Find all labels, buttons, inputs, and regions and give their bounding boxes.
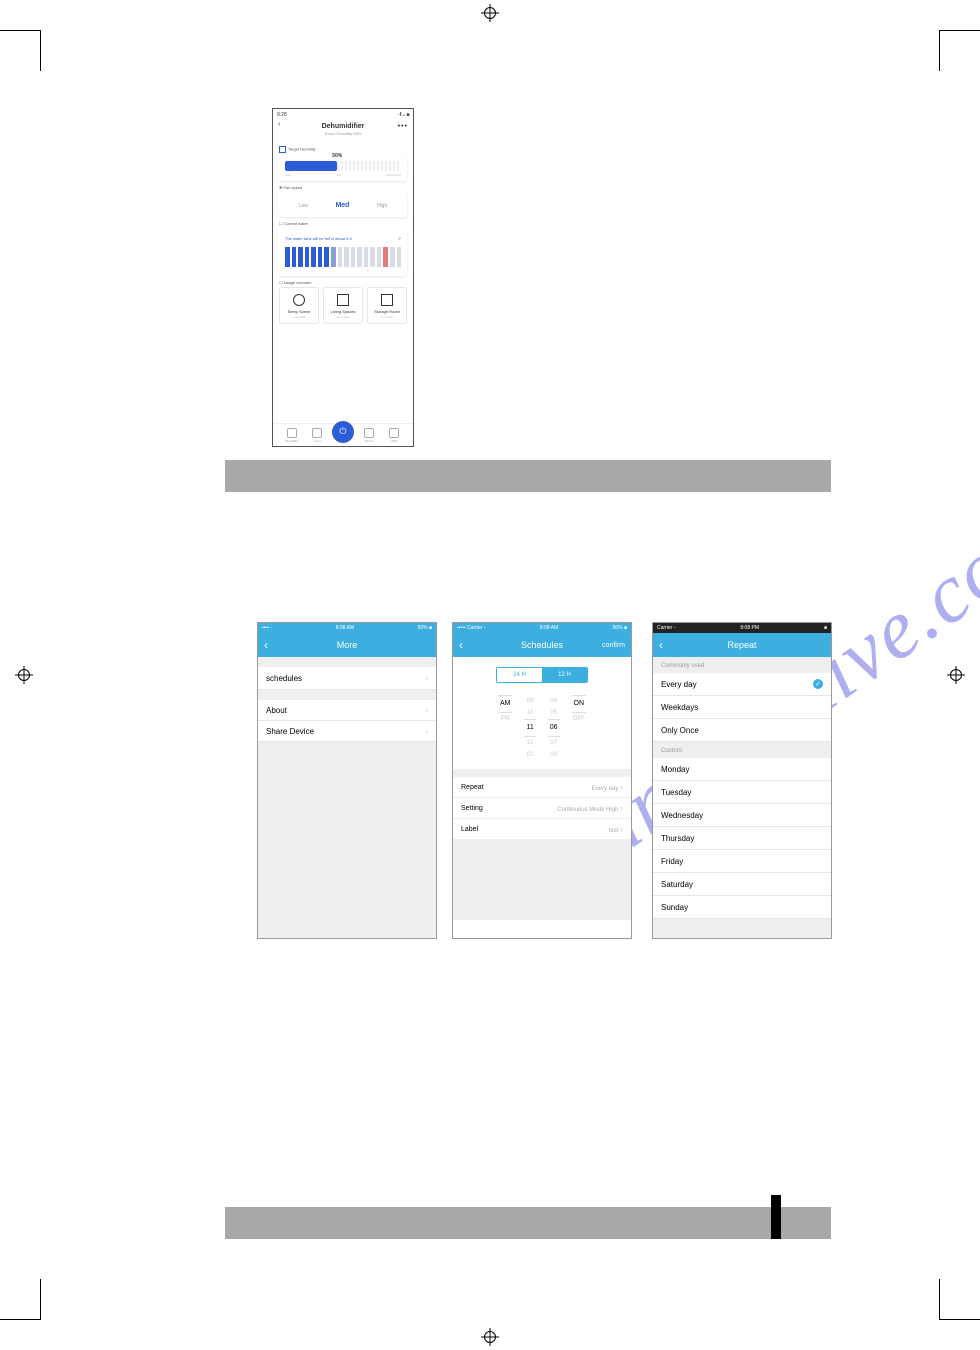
confirm-button[interactable]: confirm [602,642,625,649]
toggle-12h[interactable]: 12 H [542,668,587,682]
nav-power[interactable]: ⏻ [330,429,356,443]
chevron-right-icon: › [620,782,623,792]
check-icon: ✓ [813,679,823,689]
section-divider [225,1207,831,1239]
page-title: More [337,640,358,650]
header: ‹ Schedules confirm [453,633,631,657]
crop-mark [939,30,980,71]
phone-dehumidifier: 9:28 ··ll ⌄ ■ ‹ Dehumidifier Room Humidi… [272,108,414,447]
phone-more: •••• ◦ 8:08 AM 50% ■ ‹ More schedules› A… [257,622,437,939]
fan-med[interactable]: Med [335,202,349,209]
time-picker[interactable]: AM PM 0910 11 1201 0405 06 0708 ON OFF [453,691,631,769]
back-icon[interactable]: ‹ [278,121,280,128]
nav-dryermax[interactable]: DryerMax [279,428,305,443]
page-tab [771,1195,781,1239]
row-thursday[interactable]: Thursday [653,827,831,850]
chevron-right-icon: › [620,803,623,813]
header: ‹ Dehumidifier Room Humidity 53% ••• [273,121,413,142]
row-schedules[interactable]: schedules› [258,667,436,690]
scene-living[interactable]: Living SpacesLow High [323,287,363,324]
fan-low[interactable]: Low [299,203,308,209]
row-only-once[interactable]: Only Once [653,719,831,742]
phone-repeat: Carrier ◦ 8:08 PM ■ ‹ Repeat Commonly us… [652,622,832,939]
section-label-usage: ☐ Usage scenario [273,276,413,287]
water-note: The water tank will be full in about 8 h [285,236,352,241]
row-wednesday[interactable]: Wednesday [653,804,831,827]
back-icon[interactable]: ‹ [264,638,268,652]
page-title: Schedules [521,640,563,650]
row-setting[interactable]: SettingContinuous Mode High › [453,798,631,819]
registration-mark [481,1328,499,1346]
toggle-24h[interactable]: 24 H [497,668,542,682]
registration-mark [947,666,965,684]
status-bar: Carrier ◦ 8:08 PM ■ [653,623,831,633]
registration-mark [15,666,33,684]
row-friday[interactable]: Friday [653,850,831,873]
nav-ion[interactable]: ION [381,428,407,443]
header: ‹ Repeat [653,633,831,657]
group-label-common: Commonly used: [653,657,831,673]
back-icon[interactable]: ‹ [659,638,663,652]
row-every-day[interactable]: Every day✓ [653,673,831,696]
row-tuesday[interactable]: Tuesday [653,781,831,804]
fan-high[interactable]: High [377,203,387,209]
row-about[interactable]: About› [258,700,436,721]
chevron-right-icon: › [620,824,623,834]
row-sunday[interactable]: Sunday [653,896,831,919]
row-label[interactable]: Labeltest › [453,819,631,840]
section-label-humidity: Target Humidity [273,142,413,155]
bottom-nav: DryerMax Cont ⏻ Smart ION [273,423,413,443]
water-bars [285,245,401,267]
scenes: Sleep SceneLow Med Living SpacesLow High… [273,287,413,324]
row-share[interactable]: Share Device› [258,721,436,742]
more-icon[interactable]: ••• [398,123,408,130]
chevron-right-icon: › [425,673,428,683]
section-label-water: ☐ Current water [273,217,413,228]
humidity-slider[interactable]: 50% [285,161,401,171]
back-icon[interactable]: ‹ [459,638,463,652]
page-title: Dehumidifier [273,123,413,130]
page-title: Repeat [727,640,756,650]
row-weekdays[interactable]: Weekdays [653,696,831,719]
status-time: 9:28 [277,112,287,118]
humidity-card[interactable]: 50% Auto50Continuous [279,155,407,181]
water-card: The water tank will be full in about 8 h… [279,228,407,276]
time-format-toggle[interactable]: 24 H 12 H [496,667,588,683]
row-monday[interactable]: Monday [653,758,831,781]
power-icon[interactable]: ⏻ [332,421,354,443]
section-label-fan: ❋ Fan speed [273,181,413,192]
registration-mark [481,4,499,22]
page-subtitle: Room Humidity 53% [273,131,413,136]
expand-icon[interactable]: ↗ [398,236,401,241]
humidity-icon [279,146,286,153]
nav-cont[interactable]: Cont [305,428,331,443]
scene-sleep[interactable]: Sleep SceneLow Med [279,287,319,324]
fan-card: Low Med High [279,192,407,217]
section-divider [225,460,831,492]
status-bar: 9:28 ··ll ⌄ ■ [273,109,413,121]
status-bar: ••••• Carrier ◦ 8:08 AM 50% ■ [453,623,631,633]
crop-mark [0,1279,41,1320]
header: ‹ More [258,633,436,657]
status-icons: ··ll ⌄ ■ [397,112,409,118]
humidity-value: 50% [332,153,342,159]
phone-schedules: ••••• Carrier ◦ 8:08 AM 50% ■ ‹ Schedule… [452,622,632,939]
scene-storage[interactable]: Storage RoomLow High [367,287,407,324]
status-bar: •••• ◦ 8:08 AM 50% ■ [258,623,436,633]
row-saturday[interactable]: Saturday [653,873,831,896]
chevron-right-icon: › [425,726,428,736]
nav-smart[interactable]: Smart [356,428,382,443]
crop-mark [0,30,41,71]
humidity-fill [285,161,337,171]
crop-mark [939,1279,980,1320]
row-repeat[interactable]: RepeatEvery day › [453,777,631,798]
group-label-custom: Custom: [653,742,831,758]
chevron-right-icon: › [425,705,428,715]
